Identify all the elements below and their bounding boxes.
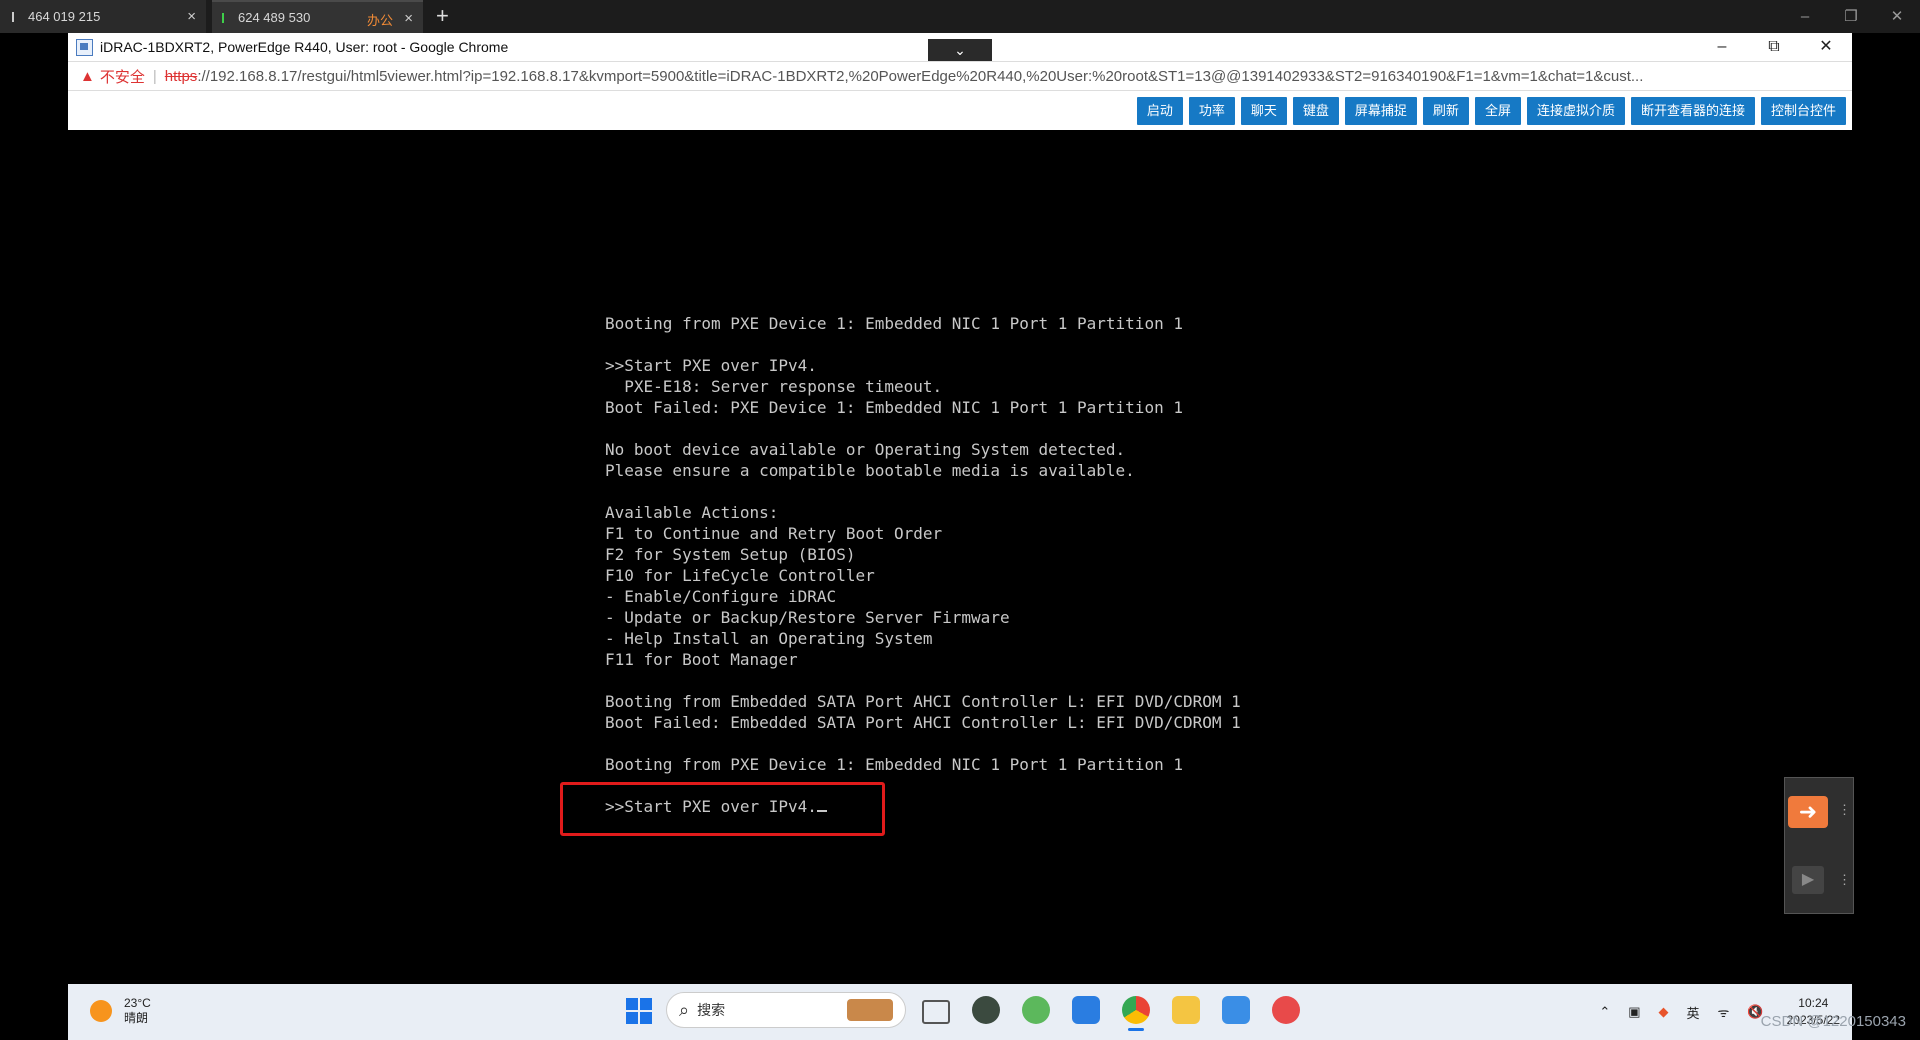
todesk-app-icon[interactable] (1072, 996, 1100, 1024)
security-warning-label[interactable]: 不安全 (100, 66, 145, 87)
url-text: ://192.168.8.17/restgui/html5viewer.html… (197, 67, 1644, 85)
more-options-icon[interactable]: ⋮ (1838, 872, 1851, 888)
warning-icon: ▲ (80, 67, 95, 85)
vpn-app-icon[interactable] (972, 996, 1000, 1024)
fullscreen-button[interactable]: 全屏 (1474, 97, 1521, 125)
console-line: - Enable/Configure iDRAC (605, 587, 837, 606)
wifi-icon[interactable]: ᯤ (1718, 1003, 1730, 1021)
signal-icon (222, 12, 234, 23)
browser-title-bar: iDRAC-1BDXRT2, PowerEdge R440, User: roo… (68, 33, 1852, 62)
console-line: F10 for LifeCycle Controller (605, 566, 875, 585)
console-line: ​ (605, 670, 1241, 691)
task-view-icon[interactable] (922, 1000, 950, 1024)
console-controls-button[interactable]: 控制台控件 (1760, 97, 1846, 125)
console-line: Boot Failed: Embedded SATA Port AHCI Con… (605, 713, 1241, 732)
remote-session-tab-2[interactable]: 624 489 530 办公 × (212, 0, 423, 33)
close-icon[interactable]: ✕ (1874, 0, 1920, 33)
browser-app-icon[interactable] (1022, 996, 1050, 1024)
remote-session-tab-1[interactable]: 464 019 215 × (0, 0, 206, 33)
console-line: Booting from PXE Device 1: Embedded NIC … (605, 314, 1183, 333)
start-button[interactable] (626, 998, 652, 1024)
remote-desktop-app-icon[interactable] (1222, 996, 1250, 1024)
console-line: Boot Failed: PXE Device 1: Embedded NIC … (605, 398, 1183, 417)
watermark-text: CSDN @1220150343 (1760, 1013, 1906, 1030)
weather-temperature: 23°C (124, 996, 151, 1010)
search-highlight-image (847, 999, 893, 1021)
browser-window: iDRAC-1BDXRT2, PowerEdge R440, User: roo… (68, 33, 1852, 130)
console-line: No boot device available or Operating Sy… (605, 440, 1126, 459)
address-separator: | (152, 67, 157, 85)
minimize-icon[interactable]: – (1782, 0, 1828, 33)
console-line: ​ (605, 733, 1241, 754)
video-icon[interactable]: ▶ (1792, 866, 1824, 894)
system-tray: ⌃ ▣ ◆ 英 ᯤ 🔇 10:24 2023/5/22 (1590, 984, 1840, 1040)
chevron-down-icon[interactable]: ⌄ (928, 39, 992, 61)
remote-session-tab-label: 624 489 530 (238, 10, 311, 25)
idrac-viewer-toolbar: 启动 功率 聊天 键盘 屏幕捕捉 刷新 全屏 连接虚拟介质 断开查看器的连接 控… (1136, 97, 1846, 125)
console-line: PXE-E18: Server response timeout. (605, 377, 943, 396)
console-line: F1 to Continue and Retry Boot Order (605, 524, 943, 543)
tray-app-icon[interactable]: ▣ (1628, 1004, 1640, 1020)
file-explorer-icon[interactable] (1172, 996, 1200, 1024)
address-bar[interactable]: ▲ 不安全 | https ://192.168.8.17/restgui/ht… (68, 62, 1852, 91)
windows-taskbar: 23°C 晴朗 ⌕ 搜索 ⌃ ▣ ◆ 英 ᯤ 🔇 10:24 2023/5/22 (68, 984, 1852, 1040)
console-line: ​ (605, 334, 1241, 355)
chat-button[interactable]: 聊天 (1240, 97, 1287, 125)
clock-time: 10:24 (1798, 996, 1829, 1010)
signal-icon (12, 11, 24, 22)
chevron-up-icon[interactable]: ⌃ (1599, 1004, 1610, 1020)
close-icon[interactable]: × (404, 10, 413, 27)
connect-virtual-media-button[interactable]: 连接虚拟介质 (1526, 97, 1625, 125)
refresh-button[interactable]: 刷新 (1422, 97, 1469, 125)
search-placeholder: 搜索 (697, 1002, 726, 1018)
sun-icon (90, 1000, 112, 1022)
send-arrow-icon[interactable]: ➜ (1788, 796, 1828, 828)
disconnect-viewer-button[interactable]: 断开查看器的连接 (1630, 97, 1755, 125)
power-button[interactable]: 功率 (1188, 97, 1235, 125)
console-line: - Update or Backup/Restore Server Firmwa… (605, 608, 1010, 627)
browser-window-controls: – ⧉ ✕ (1696, 33, 1852, 61)
weather-widget[interactable]: 23°C 晴朗 (90, 996, 151, 1026)
console-line: >>Start PXE over IPv4. (605, 356, 817, 375)
remote-session-tab-strip: 464 019 215 × 624 489 530 办公 × + – ❐ ✕ (0, 0, 1920, 33)
new-tab-button[interactable]: + (436, 3, 449, 29)
tray-app-icon[interactable]: ◆ (1659, 1004, 1669, 1020)
boot-button[interactable]: 启动 (1136, 97, 1183, 125)
more-options-icon[interactable]: ⋮ (1838, 802, 1851, 818)
console-line: Available Actions: (605, 503, 779, 522)
browser-title: iDRAC-1BDXRT2, PowerEdge R440, User: roo… (100, 39, 509, 55)
console-output: Booting from PXE Device 1: Embedded NIC … (605, 313, 1241, 817)
remote-window-controls: – ❐ ✕ (1782, 0, 1920, 33)
weather-description: 晴朗 (124, 1011, 149, 1025)
taskbar-search-box[interactable]: ⌕ 搜索 (666, 992, 906, 1028)
keyboard-button[interactable]: 键盘 (1292, 97, 1339, 125)
console-line: - Help Install an Operating System (605, 629, 933, 648)
console-line: Please ensure a compatible bootable medi… (605, 461, 1135, 480)
idrac-favicon-icon (76, 38, 93, 56)
annotation-highlight-box (560, 782, 885, 836)
console-line: ​ (605, 481, 1241, 502)
console-line: Booting from PXE Device 1: Embedded NIC … (605, 755, 1183, 774)
close-icon[interactable]: × (187, 8, 196, 25)
close-button[interactable]: ✕ (1800, 33, 1852, 61)
restore-button[interactable]: ⧉ (1748, 33, 1800, 61)
console-line: F2 for System Setup (BIOS) (605, 545, 856, 564)
search-icon: ⌕ (679, 999, 690, 1020)
minimize-button[interactable]: – (1696, 33, 1748, 61)
pen-app-icon[interactable] (1272, 996, 1300, 1024)
chrome-app-icon[interactable] (1122, 996, 1150, 1031)
remote-session-tab-label: 464 019 215 (28, 9, 101, 24)
tab-group-label: 办公 (367, 13, 394, 28)
screen-capture-button[interactable]: 屏幕捕捉 (1344, 97, 1417, 125)
restore-icon[interactable]: ❐ (1828, 0, 1874, 33)
input-method-label[interactable]: 英 (1687, 1003, 1700, 1022)
console-line: ​ (605, 418, 1241, 439)
url-scheme: https (164, 67, 198, 85)
console-line: Booting from Embedded SATA Port AHCI Con… (605, 692, 1241, 711)
console-line: F11 for Boot Manager (605, 650, 798, 669)
